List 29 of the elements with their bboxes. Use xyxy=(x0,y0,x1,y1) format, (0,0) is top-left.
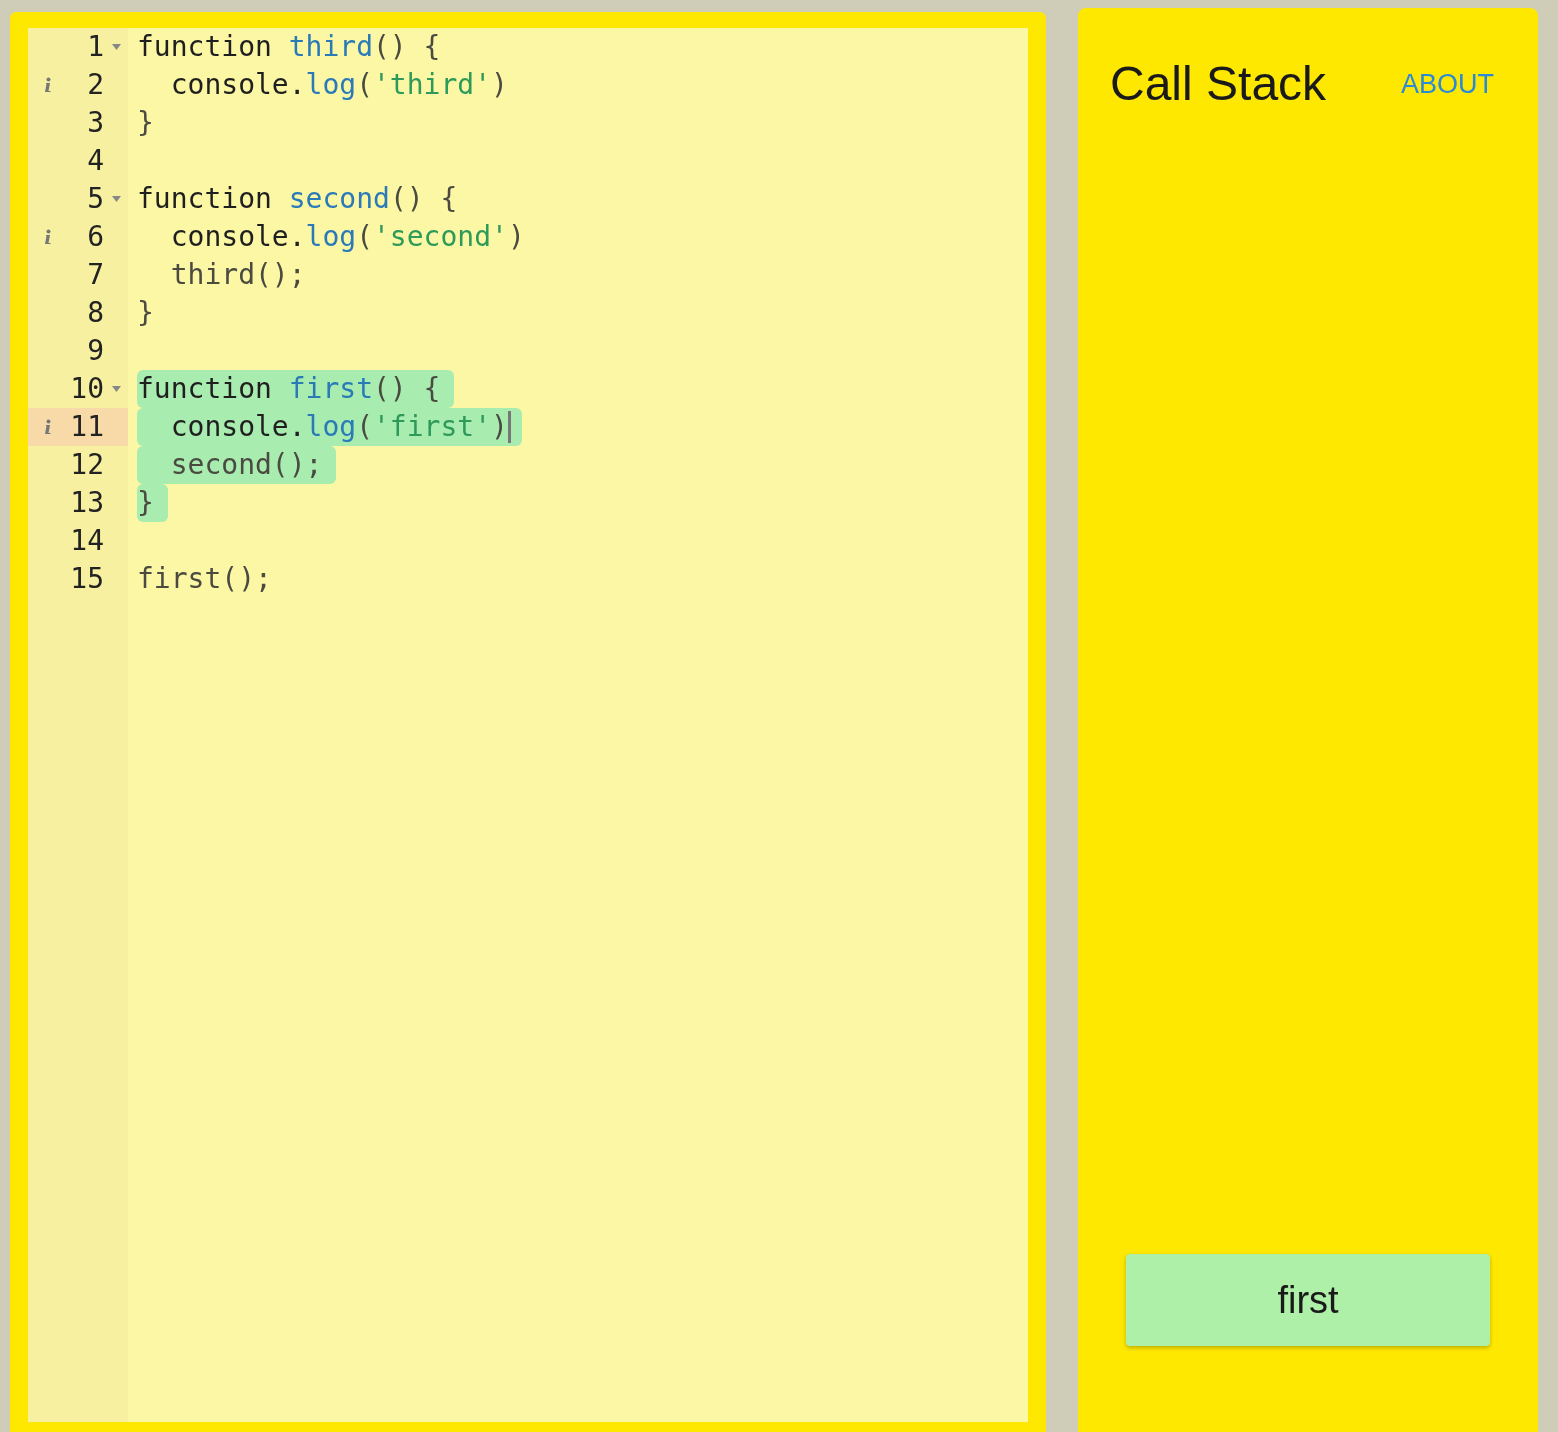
line-number: 5 xyxy=(86,181,104,217)
line-number: 9 xyxy=(86,333,104,369)
line-number: 12 xyxy=(69,447,104,483)
line-number: 4 xyxy=(86,143,104,179)
code-line: first(); xyxy=(137,561,273,597)
code-line: console.log('third') xyxy=(169,67,509,103)
code-line: function third() { xyxy=(137,29,442,65)
fold-caret-icon[interactable] xyxy=(111,196,121,202)
panel-title: Call Stack xyxy=(1110,56,1327,112)
line-number: 1 xyxy=(86,29,104,65)
line-number: 14 xyxy=(69,523,104,559)
code-line: } xyxy=(137,295,155,331)
line-number: 6 xyxy=(86,219,104,255)
line-number: 10 xyxy=(69,371,104,407)
line-number: 3 xyxy=(86,105,104,141)
code-line: third(); xyxy=(169,257,307,293)
code-line: } xyxy=(137,105,155,141)
line-number: 7 xyxy=(86,257,104,293)
line-number: 13 xyxy=(69,485,104,521)
code-editor[interactable]: 1 function third() { 2 console.log('third') 3 } 4 5 function second() { 6 console.log('second') 7 third(); 8 } 9 10 function first() { 11 console.log('first') 12 second(); 13 } 14 15 first(); xyxy=(28,28,1028,1422)
code-line: function second() { xyxy=(137,181,459,217)
line-number: 2 xyxy=(86,67,104,103)
line-number: 8 xyxy=(86,295,104,331)
code-line: console.log('second') xyxy=(169,219,526,255)
line-number: 11 xyxy=(69,409,104,445)
stack-frame: first xyxy=(1126,1254,1490,1346)
line-number: 15 xyxy=(69,561,104,597)
fold-caret-icon[interactable] xyxy=(111,44,121,50)
fold-caret-icon[interactable] xyxy=(111,386,121,392)
